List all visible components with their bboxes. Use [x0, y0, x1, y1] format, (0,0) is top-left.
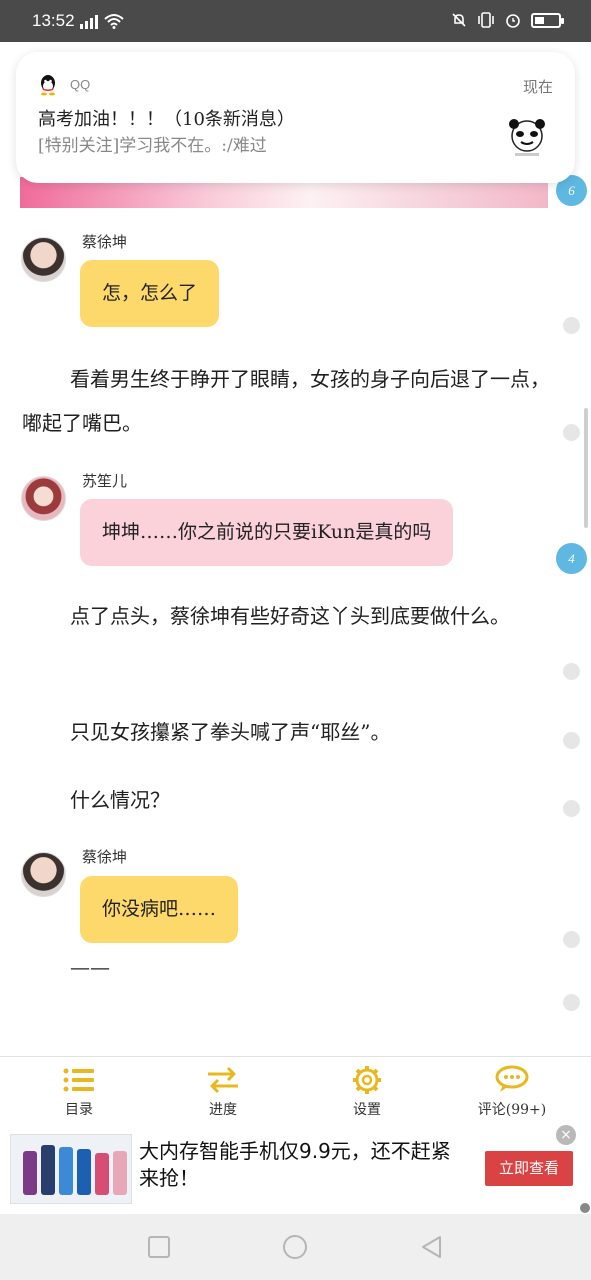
- paragraph-comment-dot[interactable]: [563, 732, 580, 749]
- status-time: 13:52: [32, 11, 75, 30]
- system-nav-bar: [0, 1214, 591, 1280]
- paragraph-comment-badge[interactable]: 4: [556, 543, 587, 574]
- toolbar-settings[interactable]: 设置: [317, 1065, 417, 1119]
- toolbar-catalog[interactable]: 目录: [29, 1065, 129, 1119]
- ad-info-icon[interactable]: [580, 1203, 590, 1213]
- alarm-icon: [506, 14, 520, 28]
- paragraph: 什么情况？: [70, 788, 170, 812]
- paragraph: 看着男生终于睁开了眼睛，女孩的身子向后退了一点，嘟起了嘴巴。: [22, 367, 550, 435]
- chat-bubble: 怎，怎么了: [80, 260, 220, 327]
- mute-icon: [452, 13, 466, 27]
- wifi-icon: [104, 14, 124, 29]
- toolbar-label: 进度: [209, 1102, 237, 1118]
- phone-image: [59, 1147, 73, 1195]
- status-bar: 13:52: [0, 0, 591, 42]
- swap-arrows-icon: [208, 1066, 238, 1094]
- battery-level: [535, 16, 544, 24]
- ad-text[interactable]: 大内存智能手机仅9.9元，还不赶紧来抢！: [139, 1138, 469, 1192]
- chat-bubble: 坤坤……你之前说的只要iKun是真的吗: [80, 499, 454, 566]
- status-left-icons: [80, 13, 124, 29]
- chat-bubble-icon: [495, 1065, 529, 1092]
- chat-bubble: 你没病吧……: [80, 876, 239, 943]
- speaker-name: 苏笙儿: [82, 472, 128, 490]
- notification-time: 现在: [522, 78, 553, 96]
- toolbar-comments[interactable]: 评论(99+): [462, 1065, 562, 1119]
- qq-notification[interactable]: QQ 现在 高考加油！！！（10条新消息） [特别关注]学习我不在。:/难过: [16, 52, 575, 183]
- list-icon: [63, 1068, 94, 1092]
- reader-toolbar: 目录 进度 设置 评论(99+): [0, 1056, 591, 1124]
- avatar-caixukun[interactable]: [21, 237, 66, 282]
- notification-body: [特别关注]学习我不在。:/难过: [38, 136, 267, 156]
- ad-close-button[interactable]: ×: [556, 1125, 576, 1145]
- scrollbar-thumb[interactable]: [584, 408, 588, 528]
- vibrate-icon: [478, 12, 494, 28]
- notification-title: 高考加油！！！（10条新消息）: [38, 109, 295, 130]
- paragraph-comment-dot[interactable]: [563, 424, 580, 441]
- speaker-name: 蔡徐坤: [82, 848, 128, 866]
- paragraph: ——: [70, 955, 110, 979]
- paragraph: 点了点头，蔡徐坤有些好奇这丫头到底要做什么。: [70, 604, 510, 628]
- home-icon[interactable]: [282, 1234, 308, 1260]
- signal-icon: [80, 13, 98, 29]
- phone-image: [77, 1149, 91, 1195]
- paragraph-comment-dot[interactable]: [563, 317, 580, 334]
- gear-icon: [353, 1066, 381, 1094]
- speaker-name: 蔡徐坤: [82, 233, 128, 251]
- ad-cta-button[interactable]: 立即查看: [485, 1151, 573, 1186]
- status-right-icons: [451, 12, 564, 28]
- phone-image: [41, 1145, 55, 1195]
- ad-image: [10, 1134, 132, 1204]
- ad-banner[interactable]: 大内存智能手机仅9.9元，还不赶紧来抢！ 立即查看 ×: [0, 1124, 591, 1214]
- back-icon[interactable]: [419, 1234, 445, 1260]
- phone-image: [23, 1151, 37, 1195]
- paragraph-comment-dot[interactable]: [563, 663, 580, 680]
- toolbar-label: 评论(99+): [477, 1102, 547, 1118]
- reader-content[interactable]: 6 蔡徐坤 怎，怎么了 看着男生终于睁开了眼睛，女孩的身子向后退了一点，嘟起了嘴…: [0, 42, 591, 1056]
- toolbar-progress[interactable]: 进度: [173, 1065, 273, 1119]
- toolbar-label: 设置: [353, 1102, 381, 1118]
- battery-icon: [531, 12, 564, 28]
- paragraph-comment-dot[interactable]: [563, 994, 580, 1011]
- phone-image: [113, 1151, 127, 1195]
- avatar-caixukun[interactable]: [21, 852, 66, 897]
- paragraph-comment-dot[interactable]: [563, 800, 580, 817]
- recent-apps-icon[interactable]: [146, 1234, 172, 1260]
- qq-penguin-icon: [41, 75, 55, 96]
- phone-image: [95, 1153, 109, 1195]
- avatar-sushenger[interactable]: [21, 476, 66, 521]
- paragraph: 只见女孩攥紧了拳头喊了声“耶丝”。: [70, 720, 391, 744]
- panda-sticker-icon: [509, 119, 545, 156]
- toolbar-label: 目录: [65, 1102, 93, 1118]
- notification-app-name: QQ: [70, 77, 91, 92]
